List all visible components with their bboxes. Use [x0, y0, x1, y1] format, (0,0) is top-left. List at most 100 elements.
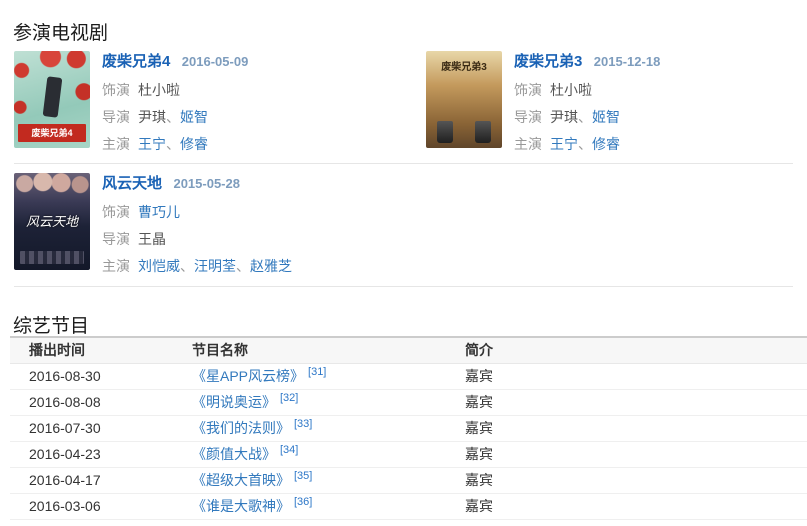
table-row: 2016-04-17 《超级大首映》 [35] 嘉宾 [10, 467, 807, 493]
director-value: 王晶 [138, 231, 166, 247]
role-value: 杜小啦 [138, 82, 180, 98]
star-value: 王宁、修睿 [138, 136, 208, 152]
star-value: 刘恺威、汪明荃、赵雅芝 [138, 258, 292, 274]
person-link[interactable]: 姬智 [180, 109, 208, 125]
person-name: 杜小啦 [550, 82, 592, 98]
tv-release-date: 2016-05-09 [182, 54, 249, 69]
person-name: 尹琪 [138, 109, 166, 125]
program-link[interactable]: 《超级大首映》 [192, 472, 290, 488]
person-link[interactable]: 修睿 [592, 136, 620, 152]
tv-item-info: 废柴兄弟4 2016-05-09 饰演杜小啦 导演尹琪、姬智 主演王宁、修睿 [102, 51, 248, 152]
director-label: 导演 [102, 109, 130, 125]
person-link[interactable]: 汪明荃 [194, 258, 236, 274]
reference-link[interactable]: [31] [308, 366, 326, 378]
person-link[interactable]: 赵雅芝 [250, 258, 292, 274]
row-divider [14, 163, 793, 164]
star-label: 主演 [514, 136, 542, 152]
person-link[interactable]: 姬智 [592, 109, 620, 125]
tv-role-line: 饰演曹巧儿 [102, 205, 292, 220]
poster-feichaixiongdi4[interactable]: 废柴兄弟4 [14, 51, 90, 148]
brief: 嘉宾 [465, 363, 807, 389]
tv-star-line: 主演王宁、修睿 [514, 137, 660, 152]
person-link[interactable]: 刘恺威 [138, 258, 180, 274]
brief: 嘉宾 [465, 493, 807, 519]
poster-feichaixiongdi3[interactable]: 废柴兄弟3 [426, 51, 502, 148]
director-label: 导演 [102, 231, 130, 247]
star-value: 王宁、修睿 [550, 136, 620, 152]
role-label: 饰演 [102, 204, 130, 220]
poster-title-text: 风云天地 [14, 211, 90, 230]
star-label: 主演 [102, 136, 130, 152]
role-label: 饰演 [514, 82, 542, 98]
person-name: 尹琪 [550, 109, 578, 125]
tv-release-date: 2015-05-28 [173, 176, 240, 191]
tv-title-link[interactable]: 废柴兄弟4 [102, 53, 170, 70]
table-row: 2016-08-30 《星APP风云榜》 [31] 嘉宾 [10, 363, 807, 389]
role-value: 杜小啦 [550, 82, 592, 98]
director-value: 尹琪、姬智 [138, 109, 208, 125]
tv-title-line: 风云天地 2015-05-28 [102, 174, 292, 193]
program-link[interactable]: 《我们的法则》 [192, 420, 290, 436]
header-air-date: 播出时间 [10, 337, 192, 363]
tv-title-link[interactable]: 风云天地 [102, 175, 162, 192]
air-date: 2016-07-30 [10, 415, 192, 441]
tv-item-info: 风云天地 2015-05-28 饰演曹巧儿 导演王晶 主演刘恺威、汪明荃、赵雅芝 [102, 173, 292, 274]
reference-link[interactable]: [34] [280, 444, 298, 456]
role-value: 曹巧儿 [138, 204, 180, 220]
tv-director-line: 导演尹琪、姬智 [102, 110, 248, 125]
program-link[interactable]: 《星APP风云榜》 [192, 368, 304, 384]
program-link[interactable]: 《明说奥运》 [192, 394, 276, 410]
person-link[interactable]: 修睿 [180, 136, 208, 152]
reference-link[interactable]: [36] [294, 496, 312, 508]
air-date: 2016-04-17 [10, 467, 192, 493]
air-date: 2016-03-06 [10, 493, 192, 519]
tv-star-line: 主演刘恺威、汪明荃、赵雅芝 [102, 259, 292, 274]
table-row: 2016-07-30 《我们的法则》 [33] 嘉宾 [10, 415, 807, 441]
tv-star-line: 主演王宁、修睿 [102, 137, 248, 152]
air-date: 2016-08-08 [10, 389, 192, 415]
variety-table-container: 播出时间 节目名称 简介 2016-08-30 《星APP风云榜》 [31] 嘉宾… [10, 336, 807, 520]
person-link[interactable]: 王宁 [138, 136, 166, 152]
director-label: 导演 [514, 109, 542, 125]
tv-drama-item: 风云天地 风云天地 2015-05-28 饰演曹巧儿 导演王晶 主演刘恺威、汪明… [14, 173, 292, 274]
air-date: 2016-08-30 [10, 363, 192, 389]
person-link[interactable]: 曹巧儿 [138, 204, 180, 220]
variety-section-title: 综艺节目 [13, 316, 89, 338]
brief: 嘉宾 [465, 467, 807, 493]
person-name: 王晶 [138, 231, 166, 247]
poster-fengyuntiandi[interactable]: 风云天地 [14, 173, 90, 270]
person-link[interactable]: 王宁 [550, 136, 578, 152]
table-row: 2016-03-06 《谁是大歌神》 [36] 嘉宾 [10, 493, 807, 519]
header-brief: 简介 [465, 337, 807, 363]
header-program-name: 节目名称 [192, 337, 465, 363]
table-header-row: 播出时间 节目名称 简介 [10, 337, 807, 363]
tv-role-line: 饰演杜小啦 [102, 83, 248, 98]
name-separator: 、 [578, 136, 592, 152]
variety-table: 播出时间 节目名称 简介 2016-08-30 《星APP风云榜》 [31] 嘉宾… [10, 336, 807, 520]
brief: 嘉宾 [465, 389, 807, 415]
tv-title-line: 废柴兄弟3 2015-12-18 [514, 52, 660, 71]
name-separator: 、 [166, 109, 180, 125]
role-label: 饰演 [102, 82, 130, 98]
reference-link[interactable]: [32] [280, 392, 298, 404]
section-divider [14, 286, 793, 287]
air-date: 2016-04-23 [10, 441, 192, 467]
tv-role-line: 饰演杜小啦 [514, 83, 660, 98]
reference-link[interactable]: [33] [294, 418, 312, 430]
tv-title-link[interactable]: 废柴兄弟3 [514, 53, 582, 70]
brief: 嘉宾 [465, 415, 807, 441]
brief: 嘉宾 [465, 441, 807, 467]
director-value: 尹琪、姬智 [550, 109, 620, 125]
tv-item-info: 废柴兄弟3 2015-12-18 饰演杜小啦 导演尹琪、姬智 主演王宁、修睿 [514, 51, 660, 152]
tv-drama-item: 废柴兄弟4 废柴兄弟4 2016-05-09 饰演杜小啦 导演尹琪、姬智 主演王… [14, 51, 248, 152]
name-separator: 、 [578, 109, 592, 125]
name-separator: 、 [180, 258, 194, 274]
reference-link[interactable]: [35] [294, 470, 312, 482]
star-label: 主演 [102, 258, 130, 274]
table-row: 2016-04-23 《颜值大战》 [34] 嘉宾 [10, 441, 807, 467]
tv-release-date: 2015-12-18 [594, 54, 661, 69]
poster-banner-text: 废柴兄弟4 [18, 124, 86, 142]
program-link[interactable]: 《谁是大歌神》 [192, 498, 290, 514]
tv-director-line: 导演尹琪、姬智 [514, 110, 660, 125]
program-link[interactable]: 《颜值大战》 [192, 446, 276, 462]
